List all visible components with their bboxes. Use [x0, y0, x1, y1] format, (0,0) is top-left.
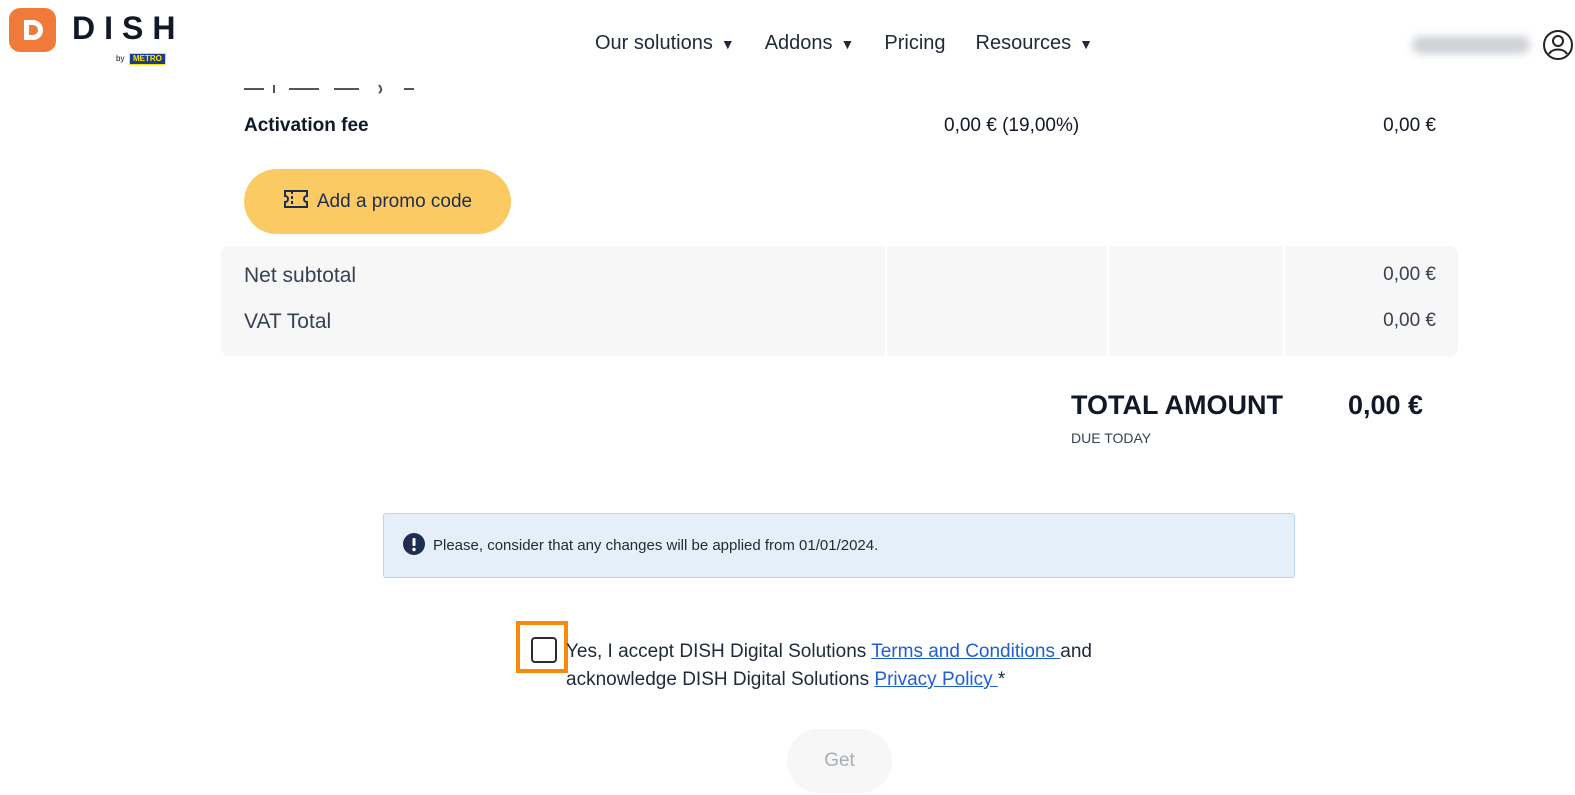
main-nav: Our solutions ▼ Addons ▼ Pricing Resourc… — [595, 32, 1093, 55]
nav-pricing[interactable]: Pricing — [884, 32, 945, 55]
clipped-row — [244, 82, 424, 94]
nav-label: Pricing — [884, 32, 946, 54]
net-subtotal-amount: 0,00 € — [1383, 264, 1436, 285]
ticket-icon — [283, 188, 309, 216]
notice-text: Please, consider that any changes will b… — [433, 537, 879, 554]
activation-fee-label: Activation fee — [244, 115, 369, 136]
caret-down-icon: ▼ — [720, 35, 735, 52]
info-notice: Please, consider that any changes will b… — [383, 513, 1295, 578]
promo-label: Add a promo code — [316, 190, 473, 212]
nav-our-solutions[interactable]: Our solutions ▼ — [595, 32, 735, 55]
total-amount-value: 0,00 € — [1348, 390, 1424, 420]
nav-label: Our solutions — [595, 32, 713, 54]
top-header: DISH by METRO Our solutions ▼ Addons ▼ P… — [0, 0, 1575, 88]
due-today-label: DUE TODAY — [1071, 430, 1152, 446]
vat-total-amount: 0,00 € — [1383, 310, 1436, 331]
vat-total-label: VAT Total — [244, 310, 332, 333]
subtotals-box: Net subtotal 0,00 € VAT Total 0,00 € — [221, 246, 1458, 356]
caret-down-icon: ▼ — [1079, 35, 1094, 52]
add-promo-code-button[interactable]: Add a promo code — [244, 169, 511, 234]
vat-total-row: VAT Total 0,00 € — [244, 310, 1436, 340]
caret-down-icon: ▼ — [840, 35, 855, 52]
required-marker: * — [997, 669, 1006, 690]
nav-label: Addons — [764, 32, 833, 54]
metro-badge: METRO — [129, 53, 166, 65]
info-icon — [403, 532, 425, 559]
activation-fee-row: Activation fee 0,00 € (19,00%) 0,00 € — [244, 112, 1436, 140]
nav-addons[interactable]: Addons ▼ — [765, 32, 855, 55]
get-button[interactable]: Get — [787, 729, 892, 793]
activation-fee-amount: 0,00 € — [1383, 115, 1436, 136]
net-subtotal-label: Net subtotal — [244, 264, 357, 287]
nav-resources[interactable]: Resources ▼ — [976, 32, 1093, 55]
privacy-link[interactable]: Privacy Policy — [874, 669, 998, 690]
consent-text: Yes, I accept DISH Digital Solutions Ter… — [566, 638, 1126, 694]
terms-checkbox[interactable] — [531, 637, 557, 663]
user-name-blurred[interactable] — [1412, 36, 1530, 54]
activation-fee-vat: 0,00 € (19,00%) — [944, 115, 1080, 136]
nav-label: Resources — [975, 32, 1072, 54]
net-subtotal-row: Net subtotal 0,00 € — [244, 264, 1436, 294]
logo-by-text: by — [116, 54, 125, 63]
consent-part1: Yes, I accept DISH Digital Solutions — [566, 641, 872, 662]
user-circle-icon[interactable] — [1541, 28, 1575, 67]
dish-logo-icon[interactable] — [9, 8, 56, 52]
logo-wordmark[interactable]: DISH — [72, 8, 184, 48]
total-amount-label: TOTAL AMOUNT — [1071, 390, 1283, 420]
terms-link[interactable]: Terms and Conditions — [871, 641, 1060, 662]
